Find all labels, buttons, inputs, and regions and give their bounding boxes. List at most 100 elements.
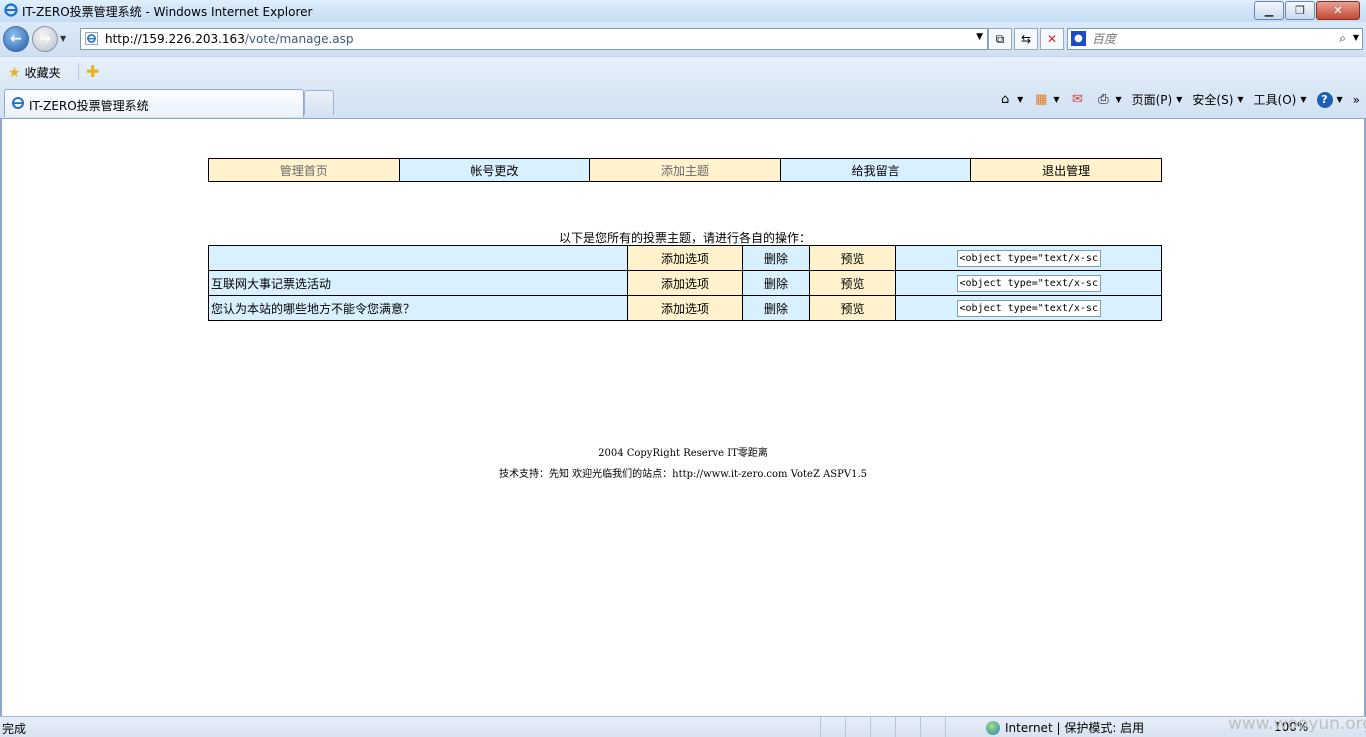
embed-code-input[interactable] [956, 249, 1101, 267]
nav-add-topic[interactable]: 添加主题 [589, 158, 781, 182]
nav-leave-message[interactable]: 给我留言 [779, 158, 972, 182]
tools-menu[interactable]: 工具(O) ▼ [1254, 91, 1307, 108]
admin-nav: 管理首页 帐号更改 添加主题 给我留言 退出管理 [208, 158, 1162, 182]
chevron-down-icon: ▼ [1336, 95, 1343, 104]
mail-icon: ✉ [1072, 91, 1083, 107]
search-icon[interactable]: ⌕ [1339, 31, 1346, 46]
command-bar: ⌂ ▼ ▦ ▼ ✉ ⎙ ▼ 页面(P) ▼ 安全(S) ▼ 工具(O) ▼ ? ▼ » [987, 91, 1360, 108]
vote-topics-table: 添加选项 删除 预览 互联网大事记票选活动 添加选项 删除 预览 您认为本站的哪… [208, 245, 1162, 321]
favorites-divider [78, 63, 79, 81]
address-bar[interactable]: http://159.226.203.163/vote/manage.asp ▼ [80, 28, 988, 50]
star-icon: ★ [8, 64, 21, 81]
minimize-button[interactable]: ▁ [1254, 1, 1284, 20]
page-menu-label: 页面(P) [1131, 93, 1173, 107]
address-actions: ⧉ ⇆ ✕ [988, 28, 1066, 50]
address-url: http://159.226.203.163/vote/manage.asp [105, 32, 353, 46]
page-menu[interactable]: 页面(P) ▼ [1132, 91, 1183, 108]
tab-active[interactable]: IT-ZERO投票管理系统 [4, 89, 304, 117]
add-option-link[interactable]: 添加选项 [627, 295, 743, 321]
embed-code-cell [895, 295, 1162, 321]
compatibility-view-icon[interactable]: ⧉ [988, 28, 1012, 50]
nav-account-change[interactable]: 帐号更改 [398, 158, 591, 182]
security-zone[interactable]: Internet | 保护模式: 启用 [986, 719, 1144, 736]
print-button[interactable]: ⎙ ▼ [1095, 92, 1121, 108]
home-button[interactable]: ⌂ ▼ [997, 92, 1023, 108]
help-icon: ? [1316, 91, 1333, 108]
ie-tab-icon [12, 97, 24, 109]
url-path: /vote/manage.asp [244, 32, 354, 46]
embed-code-cell [895, 270, 1162, 296]
status-bar: 完成 Internet | 保护模式: 启用 100% [0, 716, 1366, 737]
status-pane [845, 717, 870, 737]
window-title: IT-ZERO投票管理系统 - Windows Internet Explore… [22, 5, 313, 19]
delete-link[interactable]: 删除 [742, 270, 810, 296]
stop-icon[interactable]: ✕ [1040, 28, 1064, 50]
address-toolbar: ← → ▼ http://159.226.203.163/vote/manage… [0, 22, 1366, 56]
status-text: 完成 [2, 722, 27, 736]
topic-title [208, 245, 628, 271]
baidu-paw-icon: ● [1071, 31, 1086, 46]
search-input[interactable] [1090, 30, 1324, 48]
more-commands-button[interactable]: » [1353, 93, 1360, 107]
status-pane [920, 717, 945, 737]
chevron-down-icon: ▼ [1237, 95, 1244, 104]
preview-link[interactable]: 预览 [809, 295, 896, 321]
address-dropdown-icon[interactable]: ▼ [976, 32, 983, 42]
table-row: 您认为本站的哪些地方不能令您满意？ 添加选项 删除 预览 [208, 295, 1162, 321]
maximize-button[interactable]: ❐ [1285, 1, 1315, 20]
embed-code-cell [895, 245, 1162, 271]
embed-code-input[interactable] [956, 299, 1101, 317]
history-dropdown-icon[interactable]: ▼ [60, 34, 66, 43]
page-viewport: 管理首页 帐号更改 添加主题 给我留言 退出管理 以下是您所有的投票主题，请进行… [0, 119, 1366, 716]
double-chevron-icon: » [1352, 92, 1360, 107]
table-row: 添加选项 删除 预览 [208, 245, 1162, 271]
add-option-link[interactable]: 添加选项 [627, 245, 743, 271]
favorites-button[interactable]: ★ 收藏夹 [8, 64, 61, 81]
embed-code-input[interactable] [956, 274, 1101, 292]
delete-link[interactable]: 删除 [742, 245, 810, 271]
add-to-favorites-bar-icon[interactable]: ✚ [86, 62, 99, 81]
close-window-button[interactable]: ✕ [1316, 1, 1360, 20]
delete-link[interactable]: 删除 [742, 295, 810, 321]
feeds-button[interactable]: ▦ ▼ [1033, 92, 1059, 108]
chevron-down-icon: ▼ [1176, 95, 1183, 104]
topic-title: 互联网大事记票选活动 [208, 270, 628, 296]
ie-logo-icon [4, 3, 18, 17]
status-pane [820, 717, 845, 737]
back-button[interactable]: ← [3, 26, 29, 52]
search-options-dropdown-icon[interactable]: ▼ [1353, 33, 1359, 42]
nav-logout[interactable]: 退出管理 [970, 158, 1162, 182]
copyright-text: 2004 CopyRight Reserve IT零距离 [598, 448, 768, 459]
votes-caption: 以下是您所有的投票主题，请进行各自的操作： [558, 231, 811, 245]
topic-title: 您认为本站的哪些地方不能令您满意？ [208, 295, 628, 321]
status-panes [820, 717, 970, 737]
table-row: 互联网大事记票选活动 添加选项 删除 预览 [208, 270, 1162, 296]
ie-page-icon [85, 32, 98, 45]
tab-bar: IT-ZERO投票管理系统 ⌂ ▼ ▦ ▼ ✉ ⎙ ▼ 页面(P) ▼ 安全(S) ▼ 工… [0, 86, 1366, 119]
safety-menu[interactable]: 安全(S) ▼ [1192, 91, 1243, 108]
preview-link[interactable]: 预览 [809, 245, 896, 271]
status-pane [895, 717, 920, 737]
read-mail-button[interactable]: ✉ [1069, 92, 1085, 108]
preview-link[interactable]: 预览 [809, 270, 896, 296]
tab-label: IT-ZERO投票管理系统 [29, 99, 149, 113]
url-host: http://159.226.203.163 [105, 32, 245, 46]
add-option-link[interactable]: 添加选项 [627, 270, 743, 296]
chevron-down-icon: ▼ [1115, 95, 1122, 104]
forward-button[interactable]: → [32, 26, 58, 52]
printer-icon: ⎙ [1098, 91, 1109, 107]
refresh-icon[interactable]: ⇆ [1014, 28, 1038, 50]
status-pane [870, 717, 895, 737]
new-tab-button[interactable] [304, 90, 334, 115]
favorites-bar: ★ 收藏夹 ✚ [0, 56, 1366, 87]
nav-manage-home[interactable]: 管理首页 [208, 158, 400, 182]
home-icon: ⌂ [1001, 91, 1010, 107]
safety-menu-label: 安全(S) [1192, 93, 1234, 107]
watermark: www.wooyun.org [1228, 714, 1366, 734]
support-text: 技术支持：先知 欢迎光临我们的站点：http://www.it-zero.com… [498, 469, 868, 480]
help-button[interactable]: ? ▼ [1316, 91, 1343, 108]
chevron-down-icon: ▼ [1017, 95, 1024, 104]
status-pane [945, 717, 970, 737]
search-box: ● ⌕ ▼ [1067, 28, 1363, 50]
chevron-down-icon: ▼ [1300, 95, 1307, 104]
